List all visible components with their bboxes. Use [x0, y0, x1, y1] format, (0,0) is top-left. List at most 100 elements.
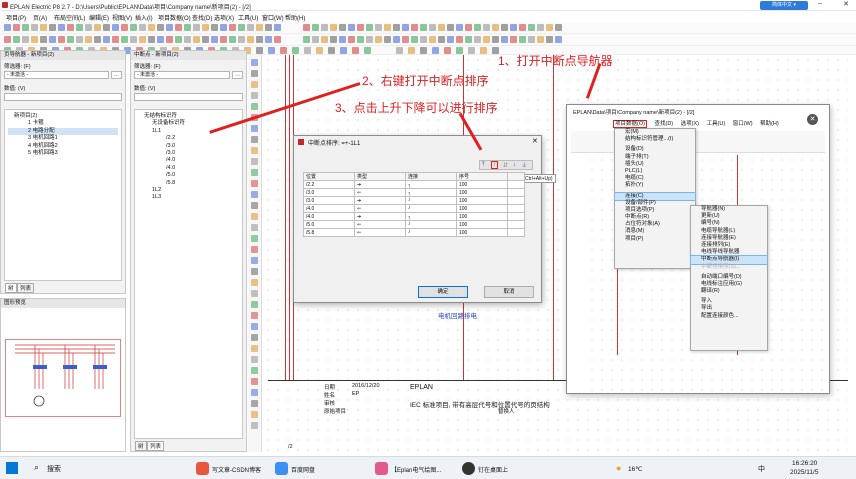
menu-edit[interactable]: 编辑(E) — [89, 13, 109, 22]
toolbar-button-icon[interactable] — [321, 36, 328, 43]
toolbar-button-icon[interactable] — [139, 24, 146, 31]
toolbar-button-icon[interactable] — [175, 36, 182, 43]
drawing-tool-icon[interactable] — [251, 235, 258, 242]
tree-node-point[interactable]: /4.0 — [138, 157, 239, 164]
menu-project[interactable]: 项目(P) — [6, 13, 26, 22]
taskbar-app-pin[interactable]: 钉在桌面上 — [478, 465, 508, 474]
toolbar-button-icon[interactable] — [510, 24, 517, 31]
drawing-tool-icon[interactable] — [251, 191, 258, 198]
toolbar-button-icon[interactable] — [444, 47, 451, 54]
cancel-button[interactable]: 取消 — [484, 286, 534, 298]
submenu-export[interactable]: 导出 — [691, 305, 767, 312]
toolbar-button-icon[interactable] — [456, 36, 463, 43]
drawing-tool-icon[interactable] — [251, 257, 258, 264]
toolbar-button-icon[interactable] — [411, 24, 418, 31]
toolbar-button-icon[interactable] — [85, 24, 92, 31]
tree-node-page[interactable]: 2 电路分配 — [8, 127, 118, 136]
toolbar-button-icon[interactable] — [4, 24, 11, 31]
toolbar-button-icon[interactable] — [31, 36, 38, 43]
submenu-connection-navigator[interactable]: 连接导航器(E) — [691, 235, 767, 242]
toolbar-button-icon[interactable] — [280, 47, 287, 54]
drawing-tool-icon[interactable] — [251, 367, 258, 374]
toolbar-button-icon[interactable] — [366, 24, 373, 31]
toolbar-button-icon[interactable] — [157, 24, 164, 31]
toolbar-button-icon[interactable] — [202, 24, 209, 31]
tree-node-page[interactable]: 4 电机回路2 — [8, 143, 118, 150]
toolbar-button-icon[interactable] — [480, 47, 487, 54]
drawing-tool-icon[interactable] — [251, 356, 258, 363]
csdn-app-icon[interactable] — [196, 462, 209, 475]
toolbar-button-icon[interactable] — [537, 36, 544, 43]
eplan-app-icon[interactable] — [375, 462, 388, 475]
pin-app-icon[interactable] — [462, 462, 475, 475]
toolbar-button-icon[interactable] — [31, 24, 38, 31]
toolbar-button-icon[interactable] — [328, 47, 335, 54]
table-row[interactable]: /4.0 ➔ ┐ 100 — [303, 212, 525, 221]
toolbar-button-icon[interactable] — [40, 24, 47, 31]
toolbar-button-icon[interactable] — [519, 36, 526, 43]
page-tab[interactable]: /2 — [288, 444, 293, 450]
toolbar-button-icon[interactable] — [121, 24, 128, 31]
clock-time[interactable]: 16:26:20 — [792, 460, 817, 467]
toolbar-button-icon[interactable] — [352, 47, 359, 54]
menu-project-data[interactable]: 项目数据(O) — [158, 13, 191, 22]
move-down-icon[interactable]: ↓ — [513, 162, 516, 168]
menu-item-connections[interactable]: 连接(C) — [614, 191, 696, 201]
menu-options[interactable]: 选项(X) — [214, 13, 234, 22]
toolbar-button-icon[interactable] — [184, 24, 191, 31]
toolbar-button-icon[interactable] — [546, 36, 553, 43]
toolbar-button-icon[interactable] — [229, 24, 236, 31]
drawing-tool-icon[interactable] — [251, 378, 258, 385]
move-bottom-icon[interactable]: ⤓ — [523, 162, 526, 169]
dialog-close-icon[interactable]: ✕ — [532, 137, 538, 145]
tree-node-point[interactable]: /5.8 — [138, 180, 239, 187]
toolbar-button-icon[interactable] — [384, 24, 391, 31]
toolbar-button-icon[interactable] — [396, 47, 403, 54]
toolbar-button-icon[interactable] — [348, 24, 355, 31]
toolbar-button-icon[interactable] — [429, 36, 436, 43]
toolbar-button-icon[interactable] — [402, 36, 409, 43]
toolbar-button-icon[interactable] — [357, 24, 364, 31]
toolbar-button-icon[interactable] — [492, 24, 499, 31]
toolbar-button-icon[interactable] — [94, 24, 101, 31]
tree-node-1L3[interactable]: 1L3 — [138, 194, 239, 201]
toolbar-button-icon[interactable] — [112, 36, 119, 43]
start-icon[interactable] — [6, 462, 18, 474]
tree-node-point[interactable]: /2.2 — [138, 135, 239, 142]
drawing-tool-icon[interactable] — [251, 125, 258, 132]
tree-node-page[interactable]: 3 电机回路1 — [8, 135, 118, 142]
toolbar-button-icon[interactable] — [265, 36, 272, 43]
toolbar-button-icon[interactable] — [22, 24, 29, 31]
toolbar-button-icon[interactable] — [184, 36, 191, 43]
toolbar-button-icon[interactable] — [468, 47, 475, 54]
menu-item-messages[interactable]: 消息(M) — [615, 228, 695, 235]
toolbar-button-icon[interactable] — [330, 36, 337, 43]
toolbar-button-icon[interactable] — [166, 24, 173, 31]
taskbar-app-baidu[interactable]: 百度网盘 — [291, 465, 315, 474]
drawing-tool-icon[interactable] — [251, 59, 258, 66]
toolbar-button-icon[interactable] — [312, 24, 319, 31]
toolbar-button-icon[interactable] — [375, 24, 382, 31]
toolbar-button-icon[interactable] — [330, 24, 337, 31]
toolbar-button-icon[interactable] — [465, 24, 472, 31]
drawing-tool-icon[interactable] — [251, 202, 258, 209]
drawing-tool-icon[interactable] — [251, 422, 258, 429]
value-input[interactable] — [4, 93, 122, 101]
menu-item-project-options[interactable]: 项目选项(P) — [615, 207, 695, 214]
tree-node-point[interactable]: /5.0 — [138, 172, 239, 179]
toolbar-button-icon[interactable] — [139, 36, 146, 43]
toolbar-button-icon[interactable] — [76, 36, 83, 43]
tree-node-project[interactable]: 新项目(2) — [8, 113, 118, 120]
tab-tree[interactable]: 树 — [5, 283, 17, 293]
toolbar-button-icon[interactable] — [402, 24, 409, 31]
col-connection[interactable]: 连接 — [405, 172, 457, 181]
menu-item-terminal-strips[interactable]: 端子排(T) — [615, 154, 695, 161]
drawing-tool-icon[interactable] — [251, 246, 258, 253]
drawing-tool-icon[interactable] — [251, 147, 258, 154]
submenu-connection-colors[interactable]: 配置连接颜色... — [691, 313, 767, 320]
toolbar-button-icon[interactable] — [510, 36, 517, 43]
toolbar-button-icon[interactable] — [121, 36, 128, 43]
toolbar-button-icon[interactable] — [304, 47, 311, 54]
drawing-tool-icon[interactable] — [251, 136, 258, 143]
toolbar-button-icon[interactable] — [474, 36, 481, 43]
